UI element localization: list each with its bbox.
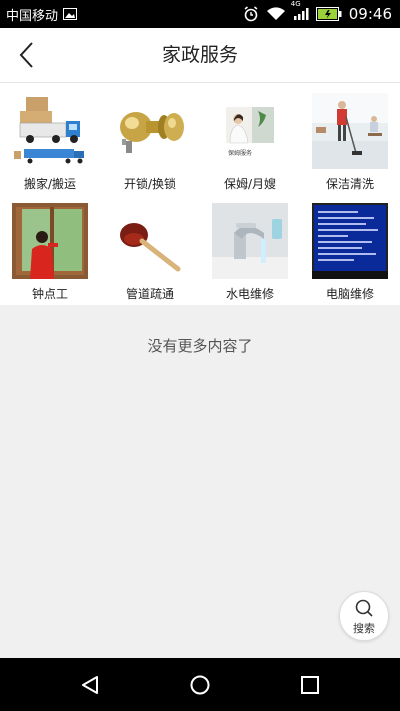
service-item-computer-repair[interactable]: 电脑维修 — [300, 193, 400, 303]
nav-back-button[interactable] — [76, 671, 104, 699]
image-notification-icon — [63, 8, 78, 20]
service-label: 电脑维修 — [325, 287, 374, 301]
cleaning-image — [312, 93, 388, 169]
hourly-worker-image — [12, 203, 88, 279]
square-recents-icon — [301, 676, 319, 694]
moving-truck-image — [12, 93, 88, 169]
nanny-sign-text: 保姆服务 — [228, 149, 252, 157]
service-item-lock[interactable]: 开锁/换锁 — [100, 83, 200, 193]
service-label: 搬家/搬运 — [23, 177, 77, 191]
back-button[interactable] — [8, 37, 44, 73]
nav-recents-button[interactable] — [296, 671, 324, 699]
nanny-image: 保姆服务 — [212, 93, 288, 169]
search-button-label: 搜索 — [353, 622, 375, 635]
service-label: 保洁清洗 — [325, 177, 374, 191]
service-label: 管道疏通 — [125, 287, 174, 301]
battery-icon — [315, 7, 342, 21]
service-item-moving[interactable]: 搬家/搬运 — [0, 83, 100, 193]
search-icon — [355, 599, 373, 617]
search-button[interactable]: 搜索 — [339, 591, 389, 641]
chevron-left-icon — [19, 42, 33, 68]
service-label: 保姆/月嫂 — [223, 177, 277, 191]
cell-signal-icon: 4G — [291, 0, 309, 21]
page-title: 家政服务 — [161, 44, 238, 66]
system-nav-bar — [0, 658, 400, 711]
alarm-icon — [243, 6, 259, 22]
triangle-back-icon — [82, 676, 98, 694]
service-item-plumbing[interactable]: 管道疏通 — [100, 193, 200, 303]
service-grid: 搬家/搬运 开锁/换锁 保姆服务 保姆/月嫂 保洁清洗 钟点工 管道疏通 水电维… — [0, 83, 400, 305]
clock: 09:46 — [348, 5, 392, 23]
computer-screen-image — [312, 203, 388, 279]
plunger-image — [112, 203, 188, 279]
service-item-cleaning[interactable]: 保洁清洗 — [300, 83, 400, 193]
carrier-name: 中国移动 — [6, 8, 59, 24]
door-lock-image — [112, 93, 188, 169]
service-item-water-electric-repair[interactable]: 水电维修 — [200, 193, 300, 303]
service-label: 钟点工 — [31, 287, 68, 301]
faucet-image — [212, 203, 288, 279]
network-type: 4G — [290, 0, 301, 8]
header-bar: 家政服务 — [0, 28, 400, 83]
wifi-icon — [266, 7, 286, 21]
service-label: 开锁/换锁 — [123, 177, 177, 191]
no-more-content-text: 没有更多内容了 — [147, 337, 253, 355]
nav-home-button[interactable] — [186, 671, 214, 699]
service-label: 水电维修 — [225, 287, 274, 301]
status-bar: 中国移动 4G 09:46 — [0, 0, 400, 28]
service-item-nanny[interactable]: 保姆服务 保姆/月嫂 — [200, 83, 300, 193]
service-item-hourly-worker[interactable]: 钟点工 — [0, 193, 100, 303]
circle-home-icon — [190, 675, 210, 695]
